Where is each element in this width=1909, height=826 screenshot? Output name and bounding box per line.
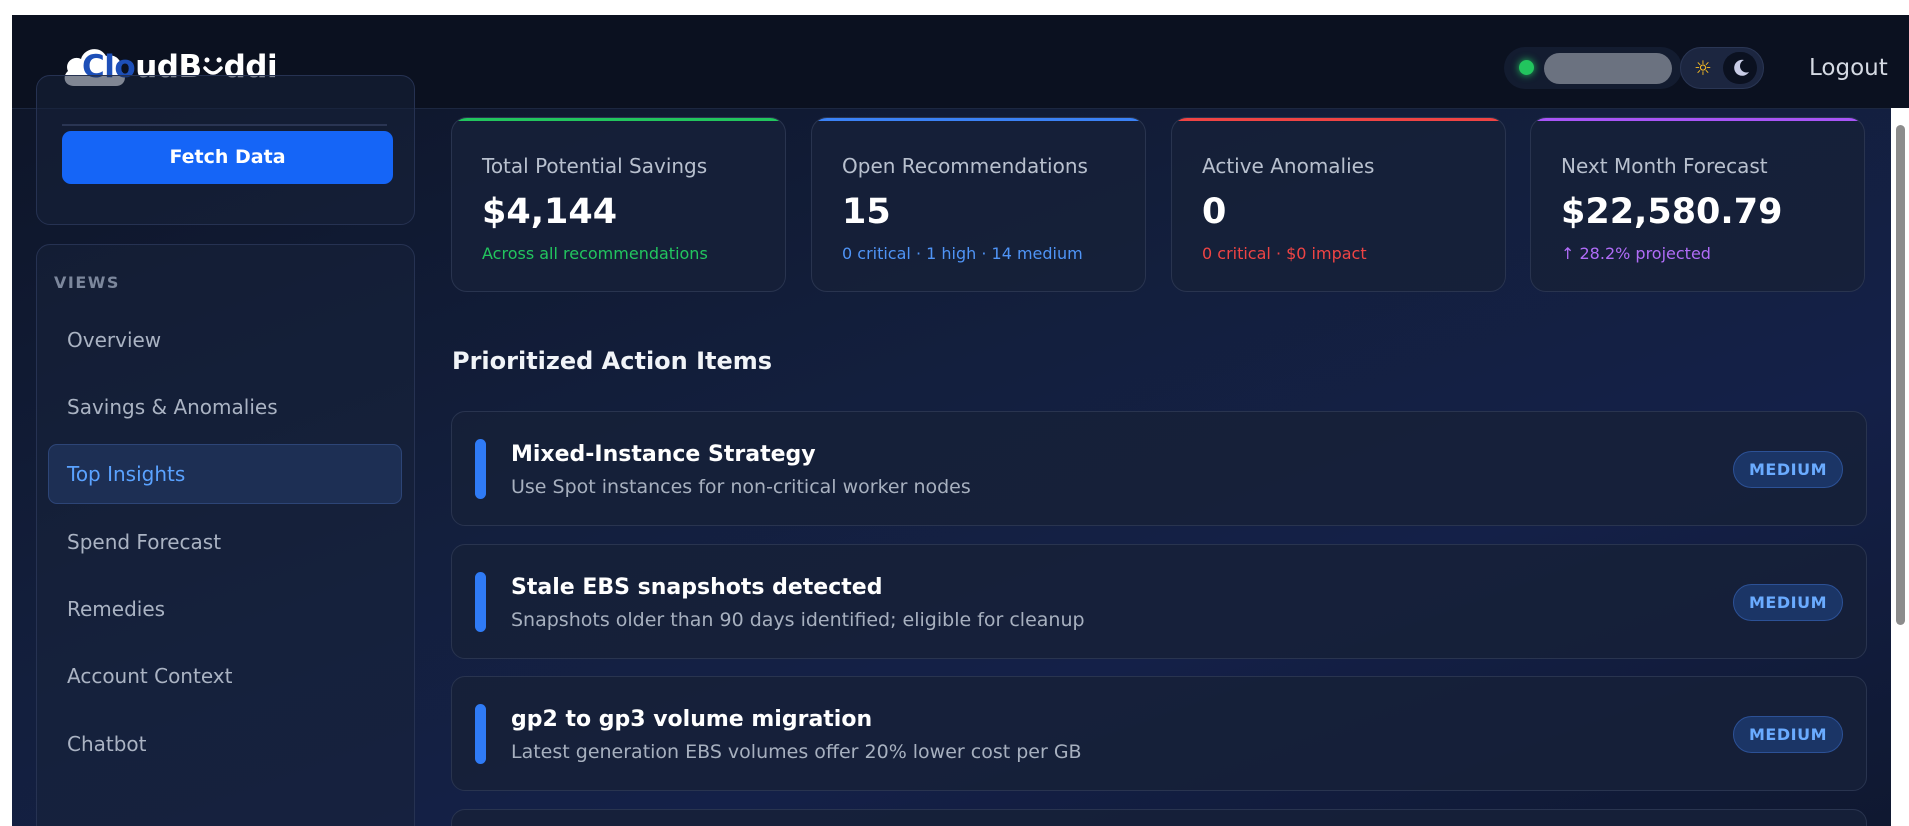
sidebar-item-savings-anomalies[interactable]: Savings & Anomalies	[48, 377, 402, 437]
card-accent	[812, 118, 1145, 121]
moon-icon	[1734, 59, 1749, 76]
views-heading: VIEWS	[54, 273, 120, 292]
logout-button[interactable]: Logout	[1809, 55, 1888, 81]
stat-value: $22,580.79	[1561, 192, 1783, 232]
app-window: CloudB ddi ☼ Logout Fetch Data VIEWS Over…	[12, 15, 1909, 826]
stat-subtext: 0 critical · 1 high · 14 medium	[842, 244, 1083, 263]
stat-card-savings: Total Potential Savings $4,144 Across al…	[451, 117, 786, 292]
stat-subtext: ↑ 28.2% projected	[1561, 244, 1711, 263]
action-item[interactable]: Stale EBS snapshots detected Snapshots o…	[451, 544, 1867, 659]
stat-subtext: Across all recommendations	[482, 244, 708, 263]
sidebar-item-spend-forecast[interactable]: Spend Forecast	[48, 512, 402, 572]
priority-indicator	[475, 572, 486, 632]
fetch-data-button[interactable]: Fetch Data	[62, 131, 393, 184]
stat-title: Open Recommendations	[842, 154, 1088, 178]
action-description: Snapshots older than 90 days identified;…	[511, 609, 1085, 631]
action-item[interactable]: Mixed-Instance Strategy Use Spot instanc…	[451, 411, 1867, 526]
stat-title: Active Anomalies	[1202, 154, 1375, 178]
priority-badge: MEDIUM	[1733, 451, 1843, 488]
sidebar-item-top-insights[interactable]: Top Insights	[48, 444, 402, 504]
action-title: Stale EBS snapshots detected	[511, 575, 883, 600]
card-accent	[1172, 118, 1505, 121]
status-online-icon	[1519, 60, 1534, 75]
card-accent	[452, 118, 785, 121]
stat-value: $4,144	[482, 192, 618, 232]
account-select[interactable]	[62, 116, 387, 126]
stat-subtext: 0 critical · $0 impact	[1202, 244, 1367, 263]
priority-badge: MEDIUM	[1733, 584, 1843, 621]
scrollbar[interactable]	[1891, 108, 1909, 826]
connection-status	[1504, 47, 1682, 89]
action-item[interactable]	[451, 809, 1867, 826]
action-description: Use Spot instances for non-critical work…	[511, 476, 971, 498]
stat-value: 15	[842, 192, 891, 232]
action-title: Mixed-Instance Strategy	[511, 442, 816, 467]
priority-badge: MEDIUM	[1733, 716, 1843, 753]
action-item[interactable]: gp2 to gp3 volume migration Latest gener…	[451, 676, 1867, 791]
account-name-redacted	[1544, 53, 1672, 84]
stat-title: Next Month Forecast	[1561, 154, 1768, 178]
stat-card-anomalies: Active Anomalies 0 0 critical · $0 impac…	[1171, 117, 1506, 292]
stat-value: 0	[1202, 192, 1227, 232]
action-description: Latest generation EBS volumes offer 20% …	[511, 741, 1082, 763]
priority-indicator	[475, 439, 486, 499]
sidebar-item-remedies[interactable]: Remedies	[48, 579, 402, 639]
section-title: Prioritized Action Items	[452, 347, 773, 375]
card-accent	[1531, 118, 1864, 121]
sidebar-item-chatbot[interactable]: Chatbot	[48, 714, 402, 774]
priority-indicator	[475, 704, 486, 764]
theme-toggle[interactable]: ☼	[1680, 47, 1764, 89]
sidebar-item-account-context[interactable]: Account Context	[48, 646, 402, 706]
sidebar-item-overview[interactable]: Overview	[48, 310, 402, 370]
sun-icon[interactable]: ☼	[1691, 56, 1715, 80]
scrollbar-thumb[interactable]	[1896, 125, 1905, 625]
stat-title: Total Potential Savings	[482, 154, 708, 178]
stat-card-forecast: Next Month Forecast $22,580.79 ↑ 28.2% p…	[1530, 117, 1865, 292]
dark-mode-option[interactable]	[1723, 52, 1757, 84]
action-title: gp2 to gp3 volume migration	[511, 707, 873, 732]
sidebar-controls: Fetch Data	[36, 75, 415, 225]
stat-card-recommendations: Open Recommendations 15 0 critical · 1 h…	[811, 117, 1146, 292]
